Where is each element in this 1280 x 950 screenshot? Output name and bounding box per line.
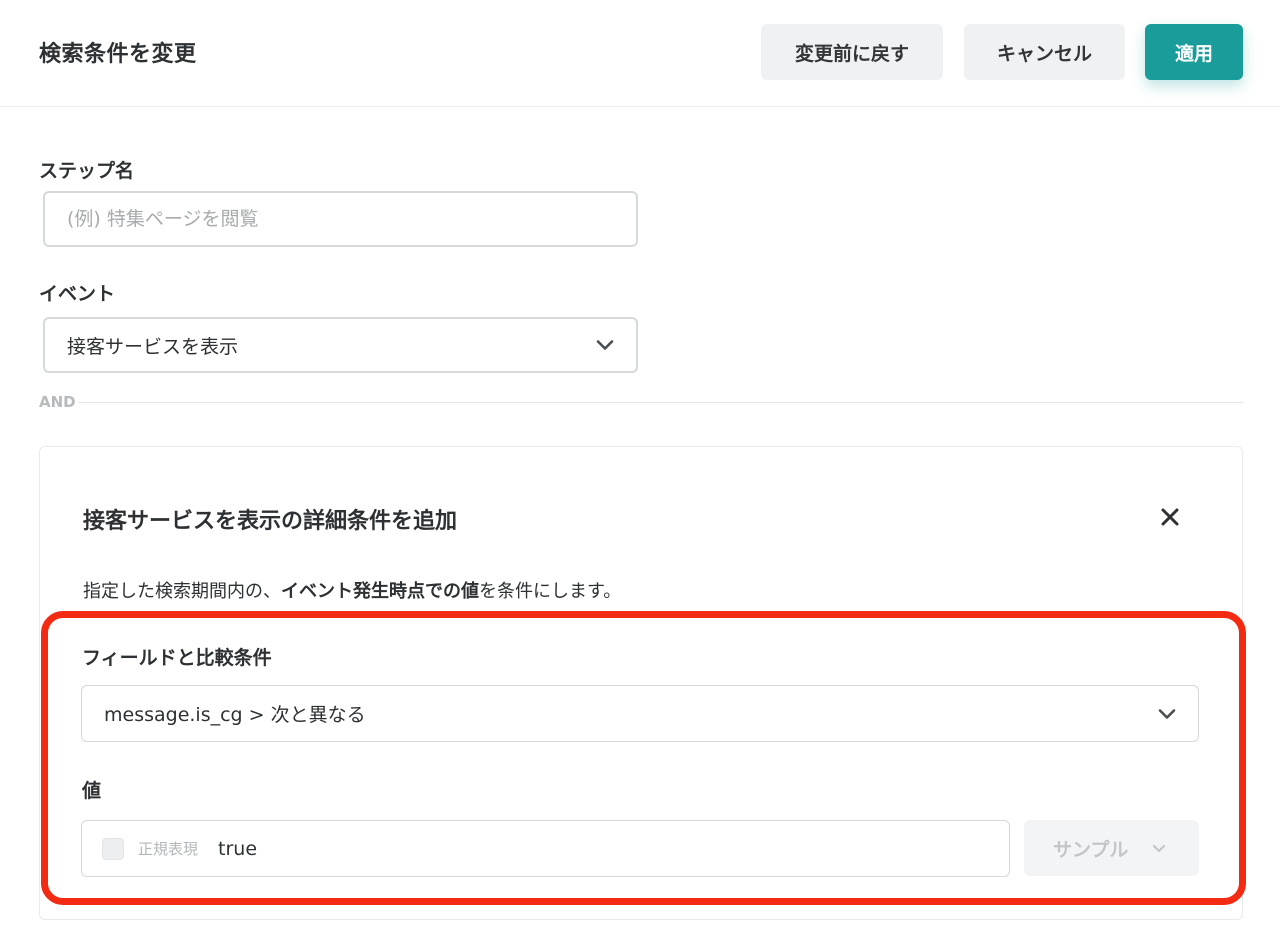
- event-select[interactable]: 接客サービスを表示: [43, 317, 638, 373]
- detail-title: 接客サービスを表示の詳細条件を追加: [83, 509, 458, 534]
- description-text-pre: 指定した検索期間内の、: [83, 581, 281, 602]
- close-icon[interactable]: [1160, 507, 1180, 527]
- field-comparison-select[interactable]: message.is_cg > 次と異なる: [81, 685, 1199, 742]
- apply-button[interactable]: 適用: [1145, 24, 1243, 80]
- step-name-field: [43, 191, 638, 247]
- value-field: 正規表現 true: [81, 820, 1010, 877]
- detail-description: 指定した検索期間内の、イベント発生時点での値を条件にします。: [83, 577, 621, 603]
- field-comparison-value: message.is_cg > 次と異なる: [104, 704, 366, 726]
- revert-button[interactable]: 変更前に戻す: [761, 24, 943, 80]
- event-selected-value: 接客サービスを表示: [67, 335, 239, 358]
- regex-label: 正規表現: [138, 840, 199, 858]
- chevron-down-icon: [1153, 844, 1166, 852]
- chevron-down-icon: [1158, 708, 1176, 719]
- dialog-header: 検索条件を変更 変更前に戻す キャンセル 適用: [0, 0, 1280, 107]
- regex-checkbox[interactable]: [102, 837, 124, 860]
- page-title: 検索条件を変更: [39, 42, 197, 67]
- and-label: AND: [39, 393, 76, 411]
- step-name-input[interactable]: [45, 208, 636, 230]
- sample-dropdown-button[interactable]: サンプル: [1024, 820, 1199, 876]
- chevron-down-icon: [596, 340, 614, 350]
- step-name-label: ステップ名: [39, 160, 135, 182]
- value-input[interactable]: true: [218, 838, 257, 860]
- cancel-button[interactable]: キャンセル: [964, 24, 1125, 80]
- and-divider: AND: [39, 392, 1243, 412]
- sample-label: サンプル: [1053, 838, 1129, 861]
- divider-line: [77, 401, 1243, 403]
- description-text-bold: イベント発生時点での値: [281, 581, 479, 602]
- regex-toggle[interactable]: 正規表現: [82, 837, 199, 860]
- field-comparison-label: フィールドと比較条件: [82, 647, 272, 669]
- event-label: イベント: [39, 283, 116, 305]
- value-label: 値: [82, 780, 102, 802]
- description-text-post: を条件にします。: [479, 581, 622, 602]
